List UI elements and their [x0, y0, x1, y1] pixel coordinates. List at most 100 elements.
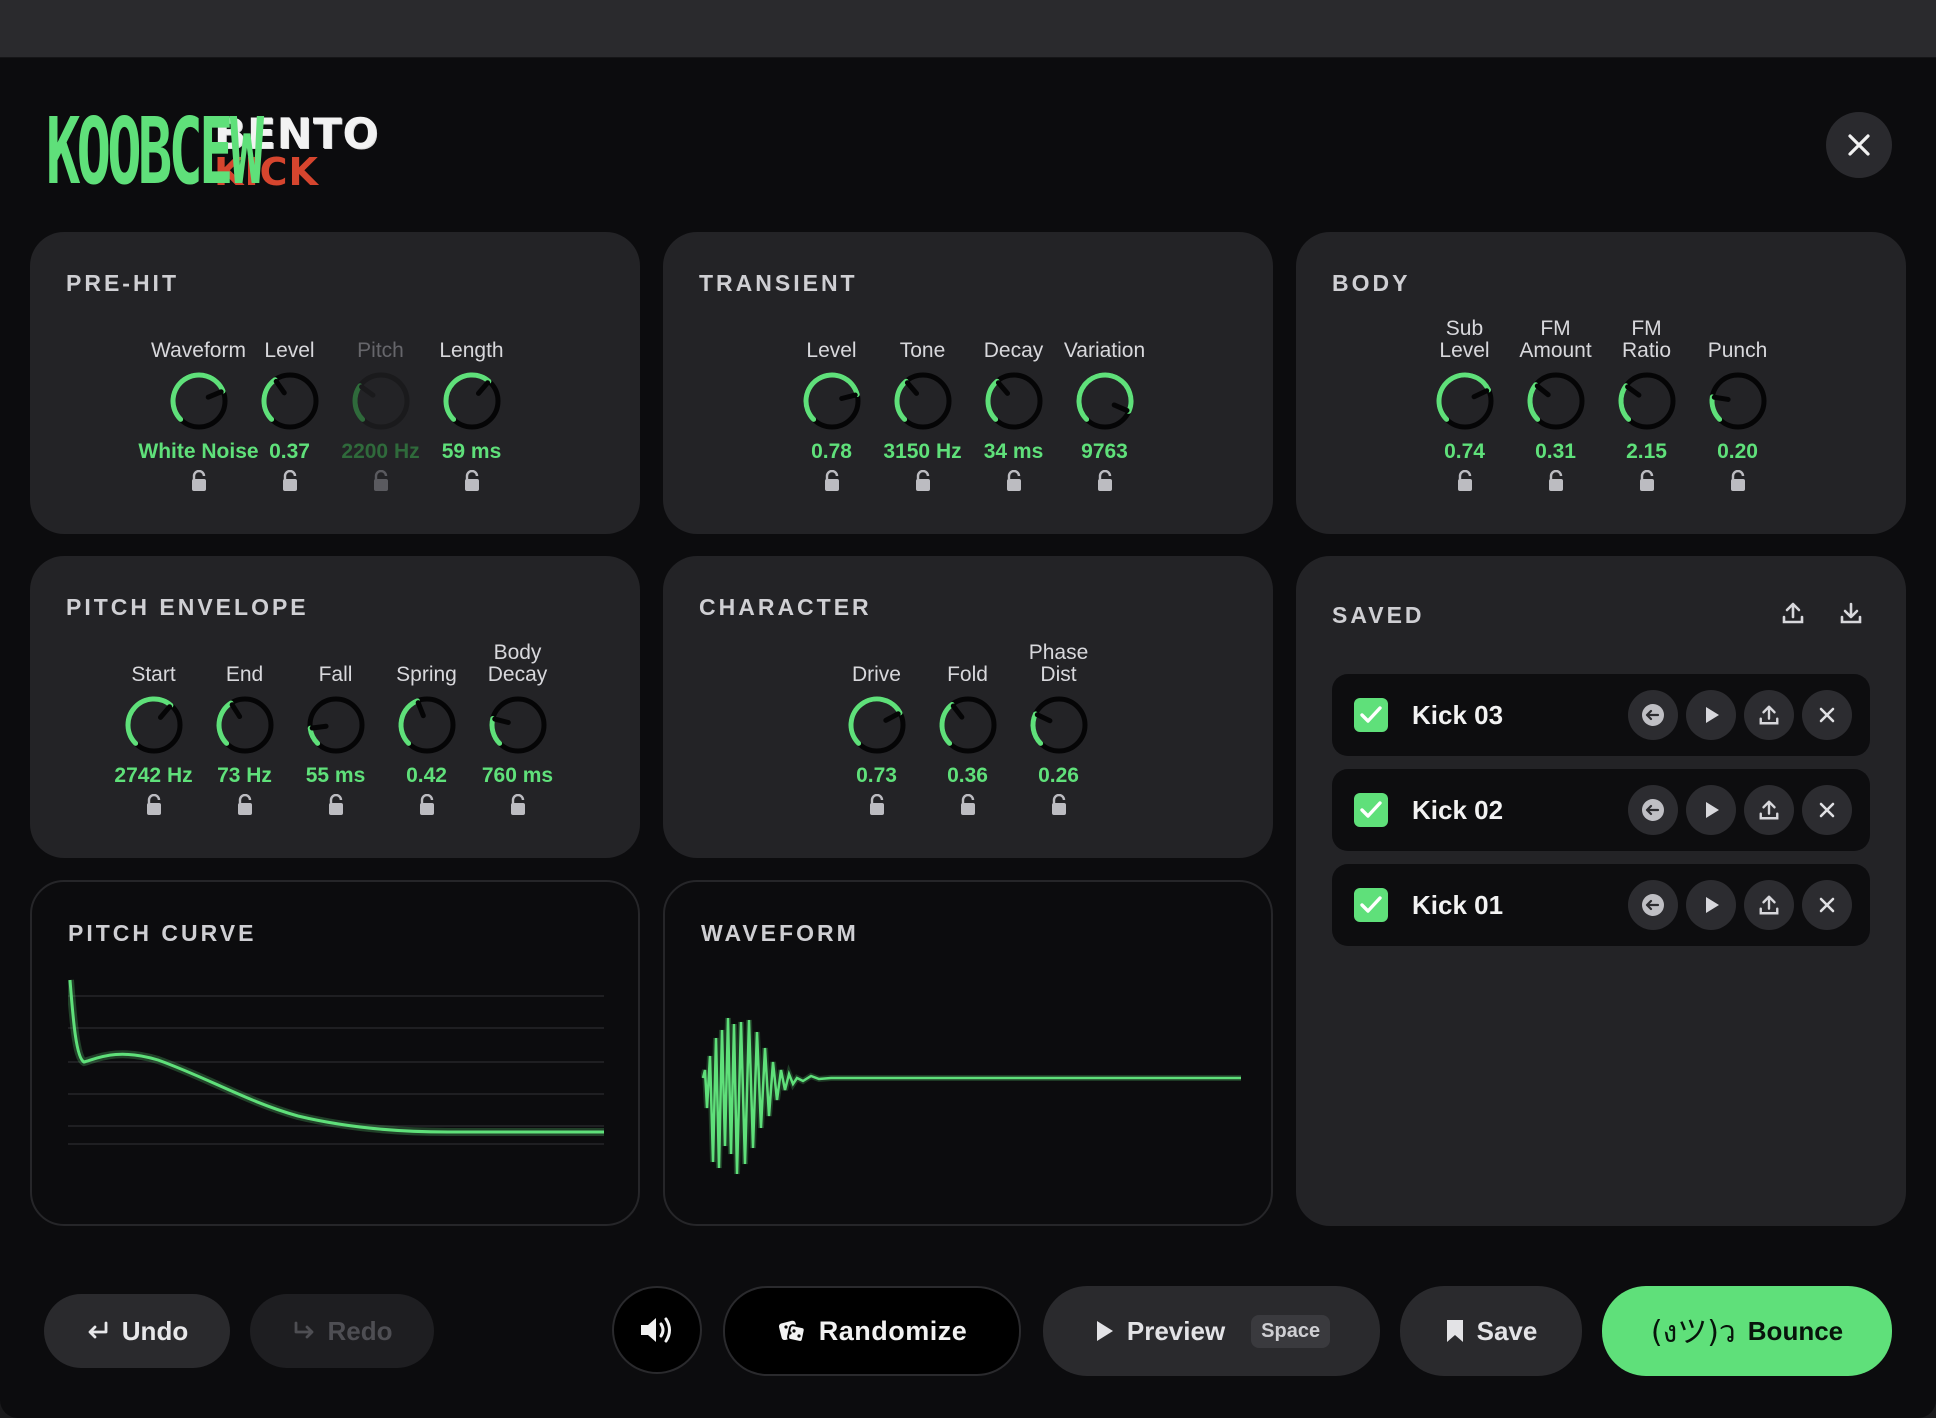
saved-item[interactable]: Kick 02 — [1332, 769, 1870, 851]
lock-icon[interactable] — [417, 794, 437, 816]
knob-value: 2200 Hz — [341, 440, 420, 463]
randomize-button[interactable]: Randomize — [723, 1286, 1021, 1376]
saved-item-checkbox[interactable] — [1354, 698, 1388, 732]
redo-button[interactable]: Redo — [250, 1294, 434, 1368]
knob-dial[interactable] — [303, 692, 369, 758]
lock-icon[interactable] — [822, 470, 842, 492]
knob-dial[interactable] — [799, 368, 865, 434]
knob-value: 59 ms — [441, 440, 502, 463]
knob[interactable]: FM Ratio 2.15 — [1601, 317, 1692, 492]
knob[interactable]: Sub Level 0.74 — [1419, 317, 1510, 492]
knob[interactable]: Punch 0.20 — [1692, 318, 1783, 492]
lock-icon[interactable] — [1455, 470, 1475, 492]
knob[interactable]: Phase Dist 0.26 — [1013, 641, 1104, 816]
lock-icon[interactable] — [462, 470, 482, 492]
knob[interactable]: Fold 0.36 — [922, 642, 1013, 816]
lock-icon[interactable] — [913, 470, 933, 492]
knob-dial[interactable] — [1026, 692, 1092, 758]
knob-dial[interactable] — [935, 692, 1001, 758]
knob[interactable]: Start 2742 Hz — [108, 642, 199, 816]
lock-icon[interactable] — [1095, 470, 1115, 492]
lock-icon[interactable] — [1728, 470, 1748, 492]
export-button[interactable] — [1744, 880, 1794, 930]
export-button[interactable] — [1744, 785, 1794, 835]
save-button[interactable]: Save — [1400, 1286, 1582, 1376]
knob-dial[interactable] — [212, 692, 278, 758]
lock-icon[interactable] — [958, 794, 978, 816]
delete-button[interactable] — [1802, 785, 1852, 835]
lock-icon[interactable] — [1546, 470, 1566, 492]
knob[interactable]: Pitch 2200 Hz — [335, 318, 426, 492]
lock-icon[interactable] — [235, 794, 255, 816]
audition-button[interactable] — [612, 1286, 702, 1374]
bounce-button[interactable]: (งツ)ว Bounce — [1602, 1286, 1892, 1376]
check-icon — [1360, 896, 1382, 913]
preview-button[interactable]: Preview Space — [1043, 1286, 1380, 1376]
knob[interactable]: Fall 55 ms — [290, 642, 381, 816]
lock-icon[interactable] — [280, 470, 300, 492]
knob-dial[interactable] — [394, 692, 460, 758]
knob[interactable]: Variation 9763 — [1059, 318, 1150, 492]
knob[interactable]: Length 59 ms — [426, 318, 517, 492]
knob-dial[interactable] — [1072, 368, 1138, 434]
knob[interactable]: Tone 3150 Hz — [877, 318, 968, 492]
knob-dial[interactable] — [1705, 368, 1771, 434]
knob-dial[interactable] — [1523, 368, 1589, 434]
knob-dial[interactable] — [439, 368, 505, 434]
close-button[interactable] — [1826, 112, 1892, 178]
lock-icon[interactable] — [1004, 470, 1024, 492]
import-button[interactable] — [1836, 598, 1866, 628]
saved-item-checkbox[interactable] — [1354, 793, 1388, 827]
lock-icon[interactable] — [867, 794, 887, 816]
saved-item[interactable]: Kick 03 — [1332, 674, 1870, 756]
knob-dial[interactable] — [844, 692, 910, 758]
knob-dial[interactable] — [121, 692, 187, 758]
knob-dial[interactable] — [981, 368, 1047, 434]
lock-icon[interactable] — [326, 794, 346, 816]
knob[interactable]: Decay 34 ms — [968, 318, 1059, 492]
upload-icon — [1759, 895, 1779, 915]
knob[interactable]: Body Decay 760 ms — [472, 641, 563, 816]
knob-dial[interactable] — [257, 368, 323, 434]
play-icon — [1706, 897, 1719, 913]
lock-icon[interactable] — [1049, 794, 1069, 816]
lock-icon[interactable] — [371, 470, 391, 492]
knob-dial[interactable] — [348, 368, 414, 434]
knob[interactable]: Level 0.37 — [244, 318, 335, 492]
knob-value: 2.15 — [1626, 440, 1667, 463]
knob-dial[interactable] — [166, 368, 232, 434]
lock-icon[interactable] — [508, 794, 528, 816]
play-button[interactable] — [1686, 785, 1736, 835]
export-all-button[interactable] — [1778, 598, 1808, 628]
waveform-line — [701, 1017, 1241, 1175]
load-button[interactable] — [1628, 785, 1678, 835]
knob[interactable]: Spring 0.42 — [381, 642, 472, 816]
delete-button[interactable] — [1802, 690, 1852, 740]
knob-value: 0.37 — [269, 440, 310, 463]
knob-dial[interactable] — [485, 692, 551, 758]
lock-icon[interactable] — [1637, 470, 1657, 492]
knob-value: 2742 Hz — [114, 764, 193, 787]
load-button[interactable] — [1628, 880, 1678, 930]
knob[interactable]: FM Amount 0.31 — [1510, 317, 1601, 492]
export-button[interactable] — [1744, 690, 1794, 740]
knob-dial[interactable] — [1432, 368, 1498, 434]
lock-icon[interactable] — [144, 794, 164, 816]
undo-button[interactable]: Undo — [44, 1294, 230, 1368]
knob[interactable]: End 73 Hz — [199, 642, 290, 816]
knob-dial[interactable] — [1614, 368, 1680, 434]
knob[interactable]: Waveform White Noise — [138, 318, 259, 492]
play-button[interactable] — [1686, 690, 1736, 740]
saved-item-checkbox[interactable] — [1354, 888, 1388, 922]
lock-icon[interactable] — [189, 470, 209, 492]
delete-button[interactable] — [1802, 880, 1852, 930]
saved-item-name: Kick 01 — [1412, 889, 1504, 920]
saved-item[interactable]: Kick 01 — [1332, 864, 1870, 946]
knob-dial[interactable] — [890, 368, 956, 434]
load-button[interactable] — [1628, 690, 1678, 740]
play-button[interactable] — [1686, 880, 1736, 930]
knob[interactable]: Level 0.78 — [786, 318, 877, 492]
knob[interactable]: Drive 0.73 — [831, 642, 922, 816]
knob-label: Fold — [947, 662, 988, 686]
pitch-curve-chart — [68, 979, 604, 1145]
